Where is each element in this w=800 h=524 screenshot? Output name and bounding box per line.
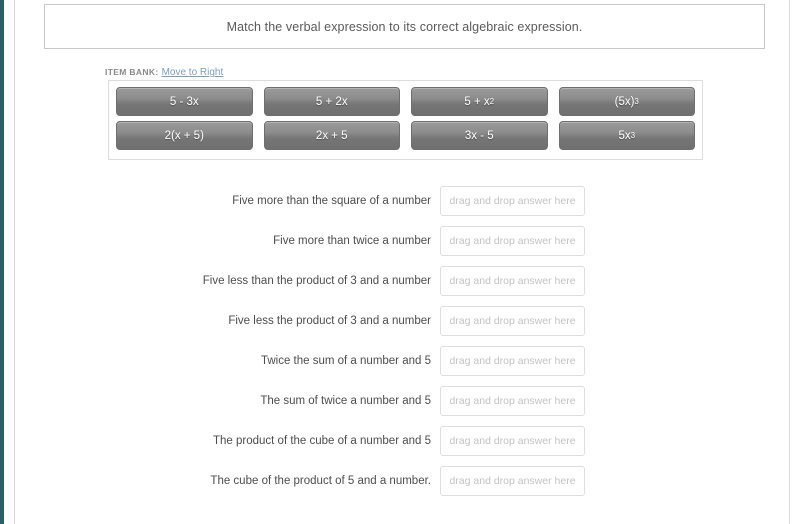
- match-prompt: The product of the cube of a number and …: [212, 435, 431, 447]
- match-row: The sum of twice a number and 5 drag and…: [15, 386, 789, 416]
- drop-zone[interactable]: drag and drop answer here: [440, 186, 585, 216]
- match-prompt: Twice the sum of a number and 5: [260, 355, 431, 367]
- item-bank-row-2: 2(x + 5) 2x + 5 3x - 5 5x 3: [116, 121, 695, 150]
- item-bank-label-text: ITEM BANK:: [105, 67, 159, 77]
- tile-base: 5 + 2x: [315, 95, 348, 108]
- item-bank-label: ITEM BANK: Move to Right: [105, 67, 223, 78]
- match-row: Five more than the square of a number dr…: [15, 186, 789, 216]
- match-row: The product of the cube of a number and …: [15, 426, 789, 456]
- right-divider-rule: [789, 0, 790, 524]
- match-prompt: Five less the product of 3 and a number: [228, 315, 431, 327]
- question-page: Match the verbal expression to its corre…: [15, 0, 789, 524]
- match-row: Twice the sum of a number and 5 drag and…: [15, 346, 789, 376]
- instruction-text: Match the verbal expression to its corre…: [226, 19, 583, 34]
- item-tile[interactable]: 2x + 5: [263, 121, 400, 150]
- match-prompt: Five more than twice a number: [273, 235, 431, 247]
- tile-base: 3x - 5: [464, 129, 494, 142]
- tile-base: 2x + 5: [315, 129, 348, 142]
- drop-zone[interactable]: drag and drop answer here: [440, 386, 585, 416]
- tile-base: 5 + x: [464, 95, 490, 108]
- drop-zone[interactable]: drag and drop answer here: [440, 226, 585, 256]
- item-tile[interactable]: 3x - 5: [411, 121, 548, 150]
- match-row: Five more than twice a number drag and d…: [15, 226, 789, 256]
- item-bank-row-1: 5 - 3x 5 + 2x 5 + x2 (5x) 3: [116, 87, 695, 116]
- drop-zone[interactable]: drag and drop answer here: [440, 426, 585, 456]
- match-list: Five more than the square of a number dr…: [15, 186, 789, 506]
- tile-base: 5 - 3x: [169, 95, 199, 108]
- match-prompt: Five more than the square of a number: [232, 195, 431, 207]
- item-bank-container: 5 - 3x 5 + 2x 5 + x2 (5x) 3 2(x + 5) 2x +…: [108, 80, 703, 160]
- match-row: The cube of the product of 5 and a numbe…: [15, 466, 789, 496]
- match-prompt: The cube of the product of 5 and a numbe…: [210, 475, 431, 487]
- drop-zone[interactable]: drag and drop answer here: [440, 346, 585, 376]
- drop-zone[interactable]: drag and drop answer here: [440, 306, 585, 336]
- tile-base: (5x): [614, 95, 635, 108]
- drop-zone[interactable]: drag and drop answer here: [440, 266, 585, 296]
- item-tile[interactable]: (5x) 3: [558, 87, 695, 116]
- match-prompt: The sum of twice a number and 5: [260, 395, 431, 407]
- drop-zone[interactable]: drag and drop answer here: [440, 466, 585, 496]
- match-row: Five less the product of 3 and a number …: [15, 306, 789, 336]
- tile-base: 5x: [618, 129, 631, 142]
- tile-base: 2(x + 5): [164, 129, 204, 142]
- item-tile[interactable]: 5 + x2: [411, 87, 548, 116]
- move-to-right-link[interactable]: Move to Right: [162, 67, 224, 78]
- instruction-banner: Match the verbal expression to its corre…: [44, 4, 765, 49]
- item-tile[interactable]: 2(x + 5): [116, 121, 253, 150]
- left-accent-stripe: [0, 0, 4, 524]
- item-tile[interactable]: 5 + 2x: [263, 87, 400, 116]
- item-tile[interactable]: 5 - 3x: [116, 87, 253, 116]
- item-tile[interactable]: 5x 3: [558, 121, 695, 150]
- match-row: Five less than the product of 3 and a nu…: [15, 266, 789, 296]
- match-prompt: Five less than the product of 3 and a nu…: [202, 275, 431, 287]
